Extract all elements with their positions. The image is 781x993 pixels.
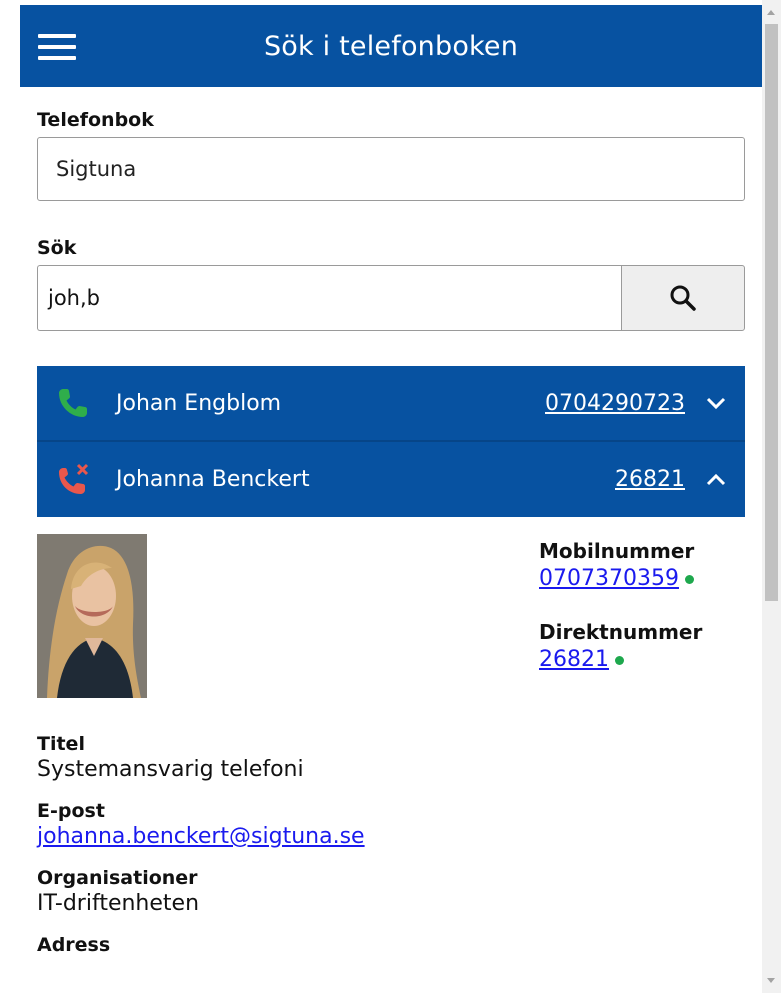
org-value: IT-driftenheten <box>37 891 200 916</box>
result-name: Johan Engblom <box>116 390 282 416</box>
result-row-johan-engblom[interactable]: Johan Engblom 0704290723 <box>37 366 745 440</box>
search-form: Telefonbok Sigtuna Sök joh,b <box>20 109 762 331</box>
phonebook-app: Sök i telefonboken Telefonbok Sigtuna Sö… <box>20 5 762 993</box>
email-link[interactable]: johanna.benckert@sigtuna.se <box>37 824 365 849</box>
search-button[interactable] <box>621 265 745 331</box>
result-row-johanna-benckert[interactable]: Johanna Benckert 26821 <box>37 440 745 517</box>
phone-numbers: Mobilnummer 0707370359 Direktnummer 2682… <box>539 539 702 672</box>
org-label: Organisationer <box>37 867 198 889</box>
available-status-dot <box>684 574 694 584</box>
hamburger-icon[interactable] <box>38 34 76 60</box>
mobile-label: Mobilnummer <box>539 539 695 563</box>
profile-photo <box>37 534 147 698</box>
scroll-up-arrow-icon[interactable] <box>767 10 775 15</box>
search-icon <box>670 285 696 311</box>
scrollbar[interactable] <box>762 0 781 993</box>
app-header: Sök i telefonboken <box>20 5 762 87</box>
search-input[interactable]: joh,b <box>37 265 621 331</box>
results-list: Johan Engblom 0704290723 Johanna Bencker… <box>20 366 762 517</box>
result-number-link[interactable]: 26821 <box>615 467 685 492</box>
title-label: Titel <box>37 733 85 755</box>
mobile-link[interactable]: 0707370359 <box>539 566 679 591</box>
phone-icon <box>59 389 87 417</box>
direct-label: Direktnummer <box>539 620 703 644</box>
phonebook-label: Telefonbok <box>37 109 154 131</box>
result-name: Johanna Benckert <box>116 467 310 492</box>
mobile-group: Mobilnummer 0707370359 <box>539 539 702 591</box>
title-value: Systemansvarig telefoni <box>37 757 304 782</box>
page-title: Sök i telefonboken <box>263 30 519 62</box>
search-label: Sök <box>37 237 77 259</box>
available-status-dot <box>615 655 624 665</box>
address-label: Adress <box>37 934 111 956</box>
chevron-up-icon[interactable] <box>706 473 726 487</box>
scroll-thumb[interactable] <box>765 24 778 601</box>
direct-group: Direktnummer 26821 <box>539 620 702 672</box>
search-row: joh,b <box>37 265 745 331</box>
result-number-link[interactable]: 0704290723 <box>545 391 685 416</box>
scroll-down-arrow-icon[interactable] <box>767 978 775 983</box>
email-label: E-post <box>37 800 105 822</box>
direct-link[interactable]: 26821 <box>539 647 609 672</box>
contact-details: Mobilnummer 0707370359 Direktnummer 2682… <box>20 517 762 956</box>
chevron-down-icon[interactable] <box>706 396 726 410</box>
phonebook-select[interactable]: Sigtuna <box>37 137 745 201</box>
phone-missed-icon <box>59 463 89 494</box>
